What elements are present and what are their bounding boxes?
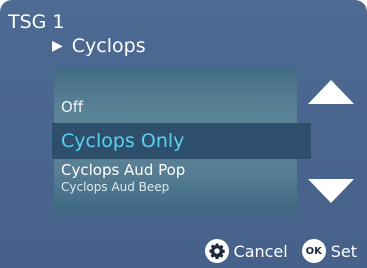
selected-item-label: Cyclops Only <box>61 130 185 152</box>
set-button[interactable]: Set <box>331 242 357 261</box>
screen: TSG 1 ▶ Cyclops Off Cyclops Aud Pop Cycl… <box>0 0 367 268</box>
breadcrumb-label: Cyclops <box>71 35 146 57</box>
ok-icon[interactable]: OK <box>301 239 326 263</box>
arrow-up-icon[interactable] <box>308 80 354 104</box>
arrow-down-icon[interactable] <box>308 179 354 203</box>
page-title: TSG 1 <box>8 11 65 33</box>
list-item-cyclops-only[interactable]: Cyclops Only <box>52 123 311 159</box>
gear-icon[interactable] <box>204 239 229 263</box>
footer: Cancel OK Set <box>204 239 357 263</box>
cancel-button[interactable]: Cancel <box>234 242 288 261</box>
play-triangle-icon: ▶ <box>52 38 63 54</box>
list-item-cyclops-aud-beep[interactable]: Cyclops Aud Beep <box>61 179 169 195</box>
list-item-off[interactable]: Off <box>61 94 83 120</box>
list-item-cyclops-aud-pop[interactable]: Cyclops Aud Pop <box>61 161 185 180</box>
breadcrumb: ▶ Cyclops <box>52 35 146 57</box>
